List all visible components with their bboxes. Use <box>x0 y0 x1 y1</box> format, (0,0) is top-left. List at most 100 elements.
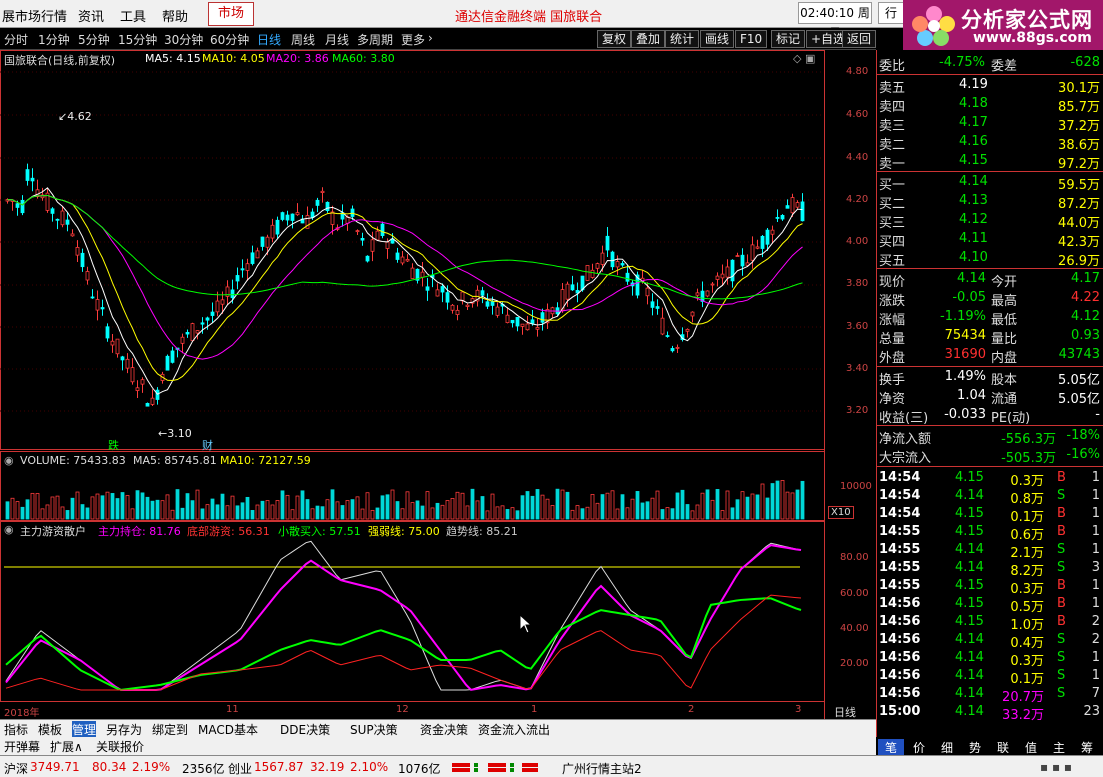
quote-tab[interactable]: 势 <box>962 739 988 755</box>
bid-row[interactable]: 买一 4.14 59.5万 <box>877 173 1103 193</box>
period-tab-monthly[interactable]: 月线 <box>325 31 349 48</box>
bid-row[interactable]: 买三 4.12 44.0万 <box>877 211 1103 231</box>
quote-tab[interactable]: 值 <box>1018 739 1044 755</box>
volume-bar <box>580 508 585 520</box>
ask-row[interactable]: 卖二 4.16 38.6万 <box>877 133 1103 153</box>
event-marker-finance[interactable]: 财 <box>202 437 213 453</box>
stat-row[interactable]: 涨幅 -1.19% 最低 4.12 <box>877 308 1103 328</box>
volume-bar <box>270 504 275 520</box>
period-tab-1min[interactable]: 1分钟 <box>38 31 70 48</box>
candle-body <box>735 255 740 257</box>
kline-chart-svg[interactable] <box>0 50 876 720</box>
f10-button[interactable]: F10 <box>735 30 768 48</box>
menu-market-quote[interactable]: 展市场行情 <box>2 6 67 25</box>
back-button[interactable]: 返回 <box>842 30 876 48</box>
tick-row[interactable]: 14:54 4.15 0.1万 B 1 <box>877 505 1103 525</box>
extension-tab-bar: 开弹幕 扩展∧ 关联报价 <box>0 737 876 755</box>
period-tab-60min[interactable]: 60分钟 <box>210 31 249 48</box>
stat-value: 4.17 <box>1071 271 1100 286</box>
menu-tools[interactable]: 工具 <box>120 6 146 25</box>
side-button[interactable]: 行 <box>878 2 904 24</box>
quote-tab[interactable]: 笔 <box>878 739 904 755</box>
chart-settings-icon[interactable]: ◇ ▣ <box>793 52 815 65</box>
indicator-tab[interactable]: 另存为 <box>106 721 142 738</box>
stats-button[interactable]: 统计 <box>665 30 700 48</box>
indicator-tab[interactable]: 绑定到 <box>152 721 188 738</box>
extension-tab[interactable]: 关联报价 <box>96 738 144 755</box>
stat-row[interactable]: 涨跌 -0.05 最高 4.22 <box>877 289 1103 309</box>
bid-row[interactable]: 买五 4.10 26.9万 <box>877 249 1103 269</box>
tick-row[interactable]: 14:56 4.15 0.5万 B 1 <box>877 595 1103 615</box>
tick-row[interactable]: 14:56 4.14 20.7万 S 7 <box>877 685 1103 705</box>
indicator-main-label: 主力持仓: 81.76 <box>98 525 181 538</box>
extension-tab[interactable]: 开弹幕 <box>4 738 40 755</box>
mark-button[interactable]: 标记 <box>771 30 806 48</box>
draw-button[interactable]: 画线 <box>700 30 735 48</box>
tick-row[interactable]: 14:55 4.15 0.6万 B 1 <box>877 523 1103 543</box>
period-tab-realtime[interactable]: 分时 <box>4 31 28 48</box>
chart-area[interactable]: 国旅联合(日线,前复权) MA5: 4.15 MA10: 4.05 MA20: … <box>0 50 876 720</box>
stat-row[interactable]: 外盘 31690 内盘 43743 <box>877 346 1103 366</box>
quote-tab[interactable]: 筹 <box>1074 739 1100 755</box>
flow-row[interactable]: 大宗流入 -505.3万 -16% <box>877 446 1103 466</box>
stat-row[interactable]: 总量 75434 量比 0.93 <box>877 327 1103 347</box>
quote-tab[interactable]: 主 <box>1046 739 1072 755</box>
adjust-button[interactable]: 复权 <box>597 30 632 48</box>
stat-row[interactable]: 收益(三) -0.033 PE(动) - <box>877 406 1103 426</box>
period-tab-15min[interactable]: 15分钟 <box>118 31 157 48</box>
extension-tab[interactable]: 扩展∧ <box>50 738 83 755</box>
indicator-tab[interactable]: 管理 <box>72 721 97 738</box>
indicator-tab[interactable]: MACD基本 <box>198 721 258 738</box>
tick-row[interactable]: 14:56 4.14 0.3万 S 1 <box>877 649 1103 669</box>
quote-tab[interactable]: 联 <box>990 739 1016 755</box>
menu-help[interactable]: 帮助 <box>162 6 188 25</box>
tick-row[interactable]: 14:56 4.15 1.0万 B 2 <box>877 613 1103 633</box>
volume-bar <box>560 489 565 520</box>
tick-row[interactable]: 14:54 4.15 0.3万 B 1 <box>877 469 1103 489</box>
more-dropdown-icon[interactable]: › <box>428 31 433 45</box>
server-name[interactable]: 广州行情主站2 <box>562 760 642 777</box>
quote-tab[interactable]: 价 <box>906 739 932 755</box>
volume-bar <box>210 498 215 520</box>
period-tab-multi[interactable]: 多周期 <box>357 31 393 48</box>
menu-market-button[interactable]: 市场 <box>208 2 254 26</box>
tick-row[interactable]: 14:56 4.14 0.1万 S 1 <box>877 667 1103 687</box>
period-tab-more[interactable]: 更多 <box>401 31 425 48</box>
bid-row[interactable]: 买二 4.13 87.2万 <box>877 192 1103 212</box>
quote-tab[interactable]: 细 <box>934 739 960 755</box>
period-tab-30min[interactable]: 30分钟 <box>164 31 203 48</box>
candle-body <box>150 397 155 405</box>
tick-row[interactable]: 14:56 4.14 0.4万 S 2 <box>877 631 1103 651</box>
tick-row[interactable]: 14:55 4.15 0.3万 B 1 <box>877 577 1103 597</box>
tick-row[interactable]: 14:55 4.14 2.1万 S 1 <box>877 541 1103 561</box>
indicator-tab[interactable]: 资金决策 <box>420 721 468 738</box>
indicator-tab[interactable]: 指标 <box>4 721 28 738</box>
ask-row[interactable]: 卖四 4.18 85.7万 <box>877 95 1103 115</box>
stat-row[interactable]: 净资 1.04 流通 5.05亿 <box>877 387 1103 407</box>
indicator-tab[interactable]: SUP决策 <box>350 721 398 738</box>
indicator-tab[interactable]: 资金流入流出 <box>478 721 550 738</box>
indicator-tab[interactable]: 模板 <box>38 721 62 738</box>
candle-body <box>135 387 140 391</box>
period-tab-5min[interactable]: 5分钟 <box>78 31 110 48</box>
period-tab-weekly[interactable]: 周线 <box>291 31 315 48</box>
tick-row[interactable]: 14:54 4.14 0.8万 S 1 <box>877 487 1103 507</box>
tick-row[interactable]: 14:55 4.14 8.2万 S 3 <box>877 559 1103 579</box>
stat-row[interactable]: 现价 4.14 今开 4.17 <box>877 270 1103 290</box>
event-marker-drop[interactable]: 跌 <box>108 437 119 453</box>
volume-collapse-icon[interactable]: ◉ <box>4 454 14 467</box>
period-tab-daily[interactable]: 日线 <box>257 31 281 48</box>
ask-row[interactable]: 卖一 4.15 97.2万 <box>877 152 1103 172</box>
volume-bar <box>345 500 350 520</box>
ask-row[interactable]: 卖五 4.19 30.1万 <box>877 76 1103 96</box>
indicator-tab[interactable]: DDE决策 <box>280 721 330 738</box>
tick-row[interactable]: 15:00 4.14 33.2万 23 <box>877 703 1103 723</box>
menu-news[interactable]: 资讯 <box>78 6 104 25</box>
volume-bar <box>250 510 255 520</box>
bid-row[interactable]: 买四 4.11 42.3万 <box>877 230 1103 250</box>
flow-row[interactable]: 净流入额 -556.3万 -18% <box>877 427 1103 447</box>
ask-row[interactable]: 卖三 4.17 37.2万 <box>877 114 1103 134</box>
indicator-collapse-icon[interactable]: ◉ <box>4 523 14 536</box>
stat-row[interactable]: 换手 1.49% 股本 5.05亿 <box>877 368 1103 388</box>
overlay-button[interactable]: 叠加 <box>631 30 666 48</box>
